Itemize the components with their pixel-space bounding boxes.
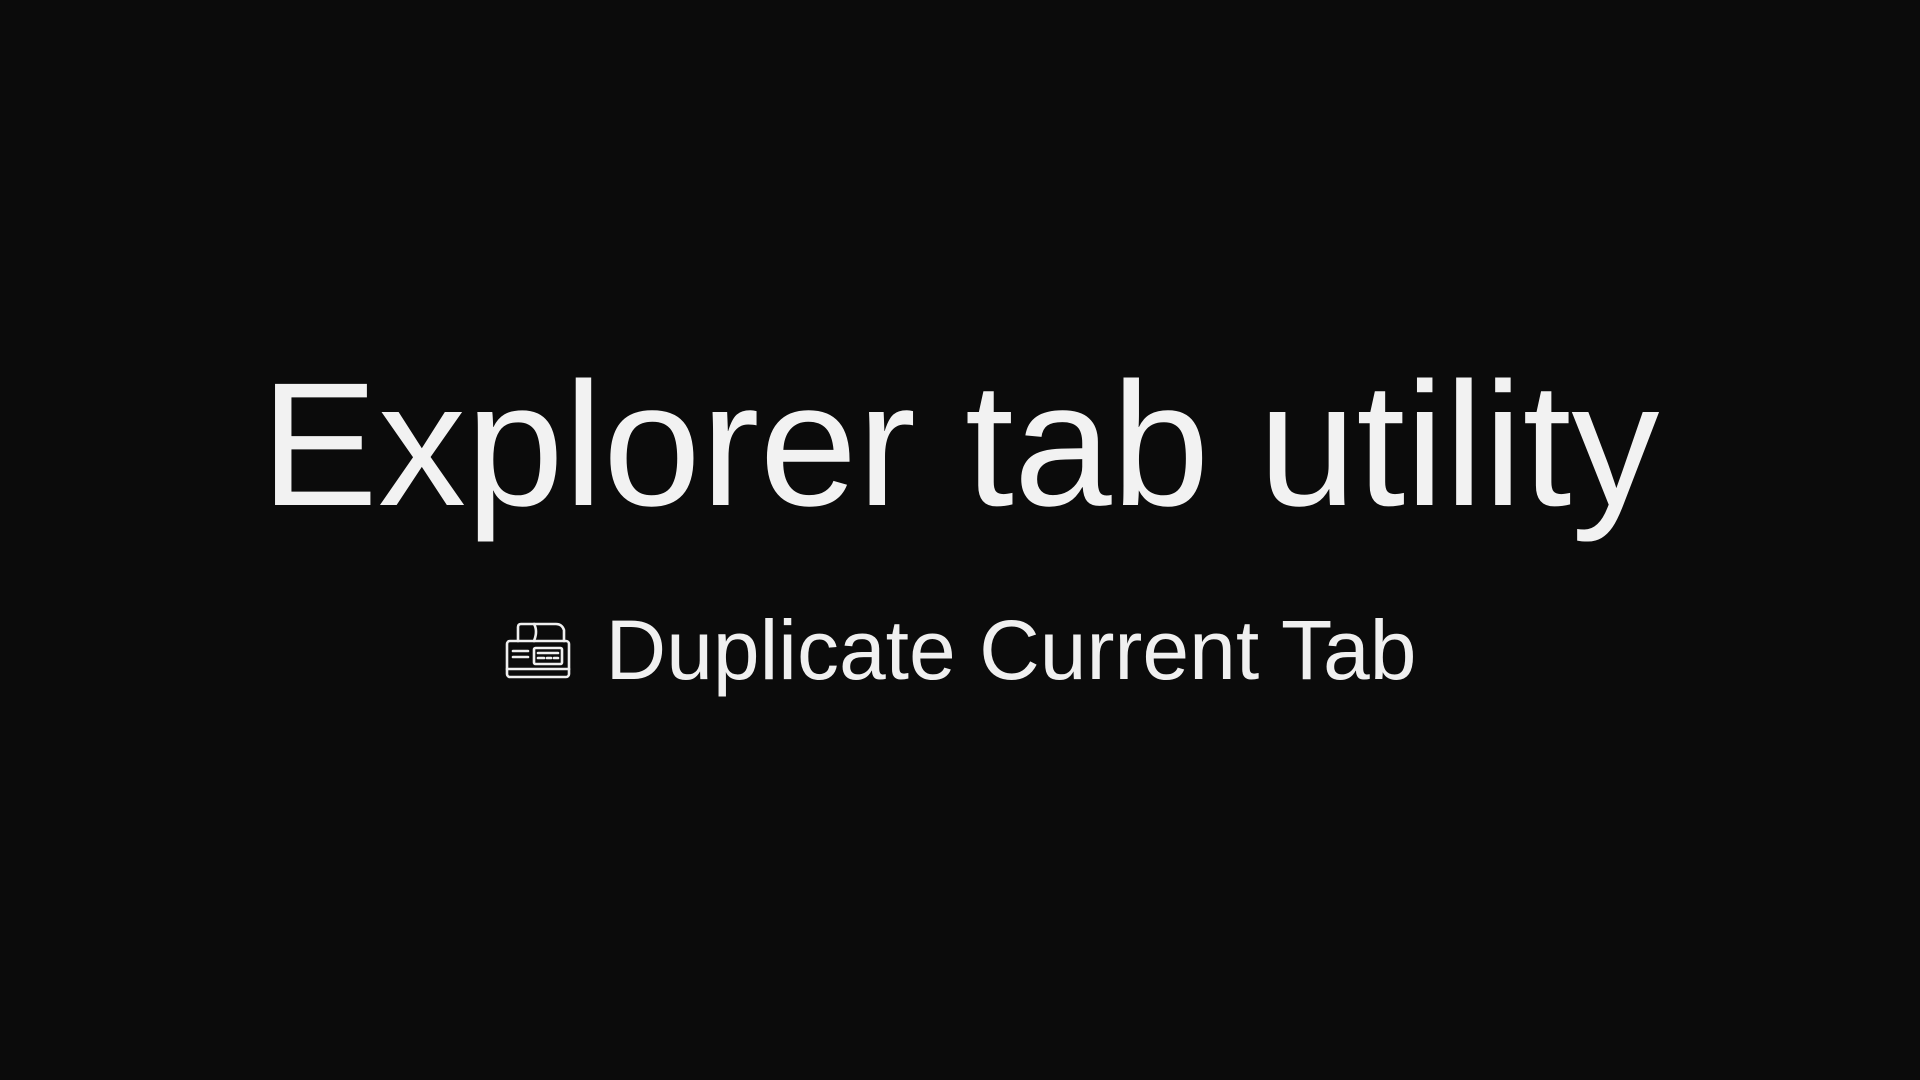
action-caption: Duplicate Current Tab bbox=[0, 600, 1920, 700]
title-card: Explorer tab utility Duplicate Current T… bbox=[0, 0, 1920, 1080]
fax-machine-icon bbox=[505, 622, 570, 679]
action-label: Duplicate Current Tab bbox=[605, 603, 1417, 697]
title-text: Explorer tab utility bbox=[260, 347, 1660, 543]
